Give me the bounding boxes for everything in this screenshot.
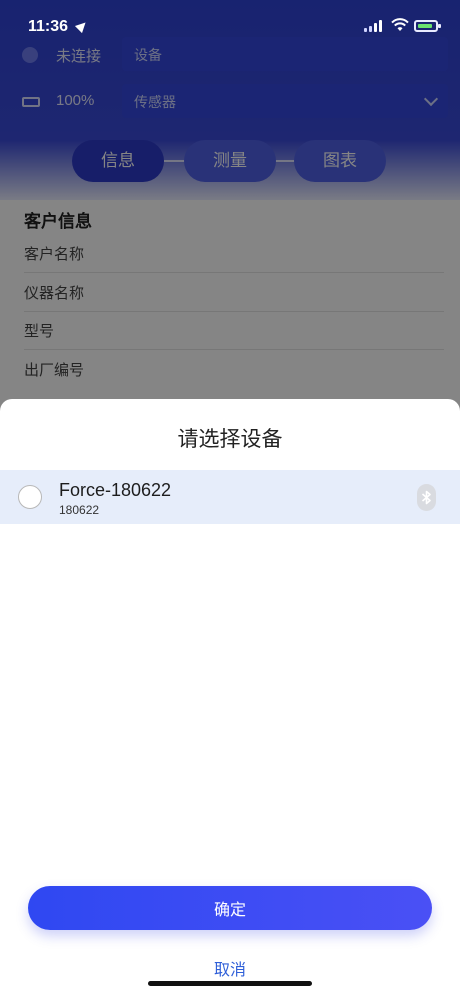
- device-name: Force-180622: [59, 480, 172, 500]
- location-arrow-icon: [74, 18, 90, 34]
- wifi-icon: [391, 18, 409, 31]
- device-id: 180622: [59, 503, 100, 517]
- bluetooth-icon: [417, 484, 436, 511]
- status-bar: 11:36: [0, 0, 460, 52]
- confirm-button[interactable]: 确定: [28, 886, 432, 930]
- status-time: 11:36: [28, 18, 69, 35]
- home-indicator: [148, 981, 312, 986]
- cancel-button[interactable]: 取消: [0, 956, 460, 980]
- sheet-title: 请选择设备: [177, 428, 283, 451]
- device-radio[interactable]: [18, 485, 42, 509]
- cellular-signal-icon: [364, 20, 386, 32]
- device-list-item[interactable]: Force-180622 180622: [0, 470, 460, 524]
- battery-charging-icon: [414, 20, 441, 32]
- device-picker-sheet: 请选择设备 Force-180622 180622 确定 取消: [0, 399, 460, 996]
